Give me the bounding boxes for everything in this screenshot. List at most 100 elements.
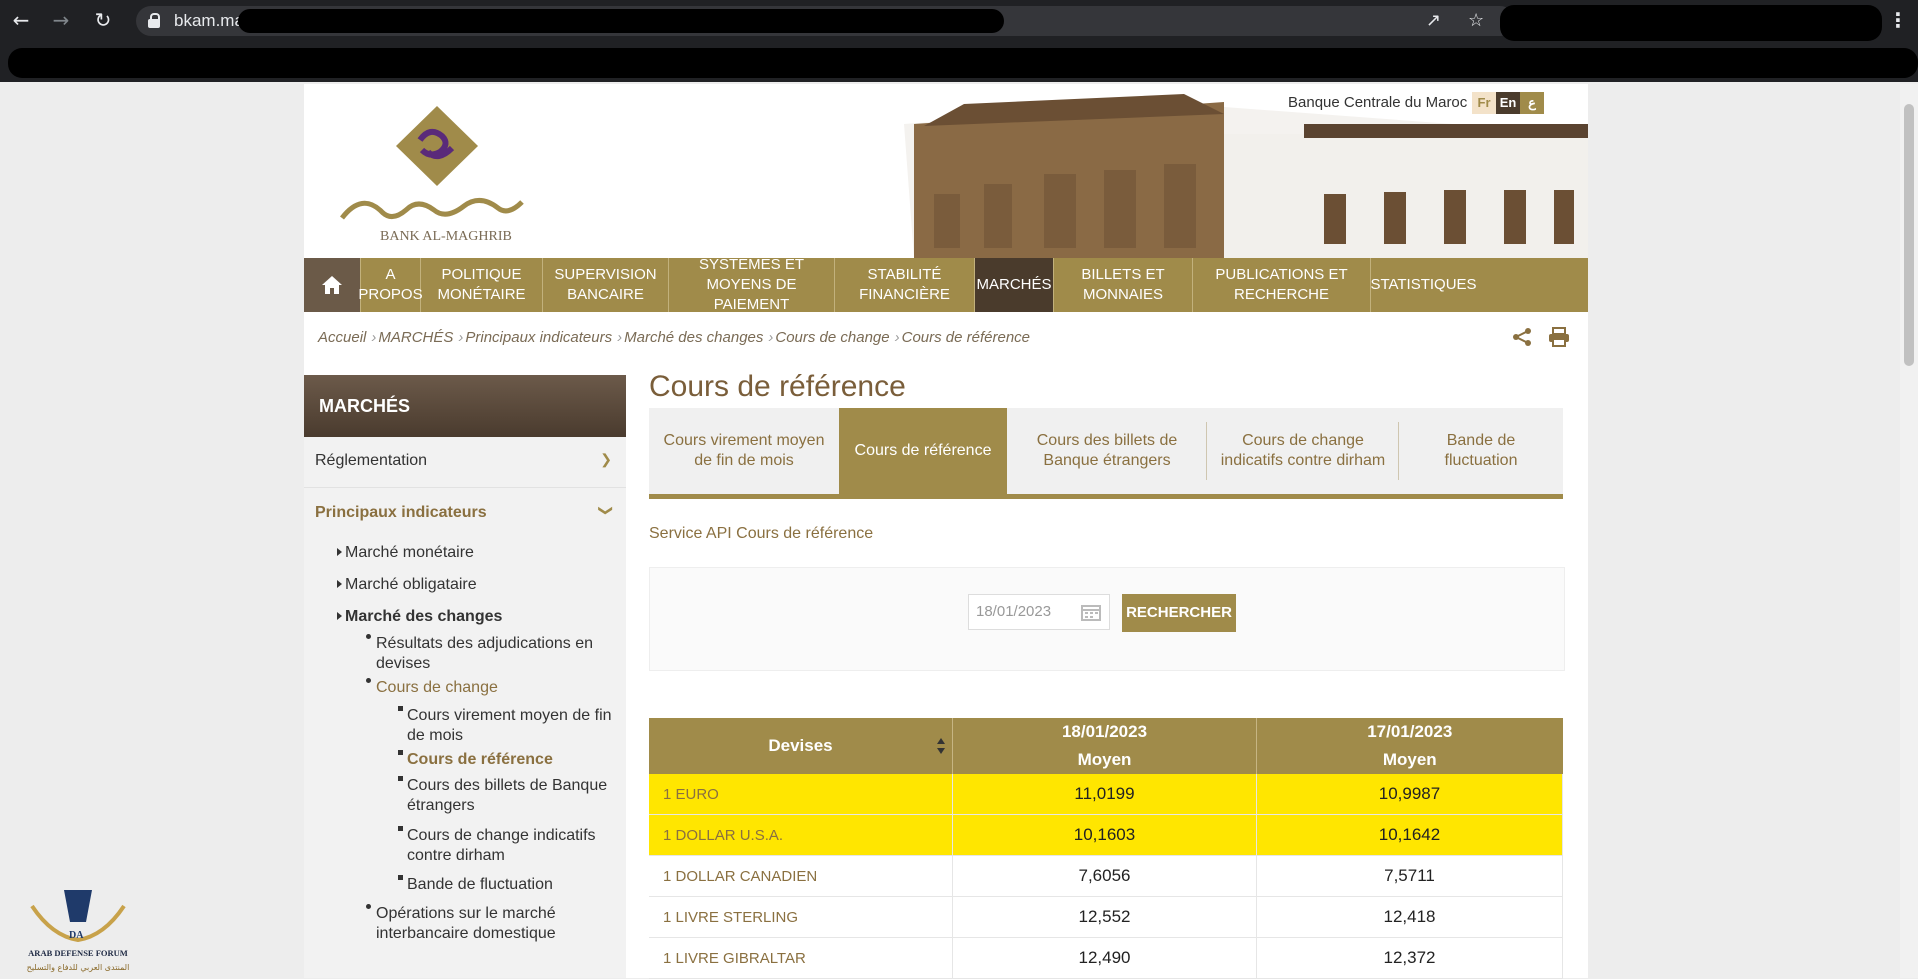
bullet-icon: [398, 750, 403, 755]
lang-ar[interactable]: ع: [1520, 92, 1544, 114]
home-button[interactable]: [304, 258, 361, 312]
currency-name: 1 EURO: [649, 774, 953, 815]
site-header: BANK AL-MAGHRIB Banque Centrale du Maroc…: [304, 84, 1588, 258]
table-row: 1 DOLLAR U.S.A. 10,1603 10,1642: [649, 814, 1563, 856]
api-service-link[interactable]: Service API Cours de référence: [649, 525, 873, 543]
menu-publications-recherche[interactable]: PUBLICATIONS ET RECHERCHE: [1193, 258, 1371, 312]
rate-value: 12,418: [1256, 896, 1563, 938]
menu-a-propos[interactable]: A PROPOS: [358, 258, 423, 312]
print-icon[interactable]: [1548, 327, 1570, 347]
bullet-icon: [398, 875, 403, 880]
breadcrumb: Accueil › MARCHÉS › Principaux indicateurs › M…: [318, 329, 1031, 346]
breadcrumb-marches[interactable]: MARCHÉS: [378, 329, 453, 346]
menu-statistiques[interactable]: STATISTIQUES: [1370, 258, 1476, 312]
reload-icon[interactable]: ↻: [92, 9, 114, 31]
url-text: bkam.ma: [174, 11, 244, 30]
scrollbar-thumb[interactable]: [1904, 104, 1914, 366]
table-row: 1 LIVRE STERLING 12,552 12,418: [649, 896, 1563, 938]
address-bar[interactable]: bkam.ma ↗ ☆: [136, 6, 1515, 36]
column-header-date2: 17/01/2023: [1256, 718, 1563, 746]
bullet-icon: [366, 634, 371, 639]
tab-cours-reference[interactable]: Cours de référence: [839, 408, 1007, 494]
column-header-date1: 18/01/2023: [952, 718, 1257, 746]
calendar-icon[interactable]: [1081, 603, 1101, 621]
page-scrollbar[interactable]: [1900, 84, 1918, 978]
bank-logo[interactable]: BANK AL-MAGHRIB: [332, 106, 542, 246]
rate-value: 7,6056: [952, 855, 1257, 897]
currency-name: 1 DOLLAR U.S.A.: [649, 814, 953, 856]
forward-icon[interactable]: →: [50, 9, 72, 31]
tab-cours-virement[interactable]: Cours virement moyen de fin de mois: [649, 408, 839, 494]
sidebar-resultats-adjudications[interactable]: Résultats des adjudications en devises: [366, 634, 616, 674]
caret-icon: [337, 580, 342, 588]
breadcrumb-cours-change[interactable]: Cours de change: [775, 329, 889, 346]
bullet-icon: [366, 904, 371, 909]
star-icon[interactable]: ☆: [1468, 10, 1484, 31]
redacted-profile: [1500, 5, 1882, 41]
currency-name: 1 LIVRE STERLING: [649, 896, 953, 938]
bullet-icon: [398, 826, 403, 831]
date-input[interactable]: 18/01/2023: [968, 594, 1110, 630]
sidebar-marche-obligataire[interactable]: Marché obligataire: [337, 575, 477, 595]
column-header-devises[interactable]: Devises: [649, 718, 953, 774]
rate-value: 7,5711: [1256, 855, 1563, 897]
breadcrumb-principaux[interactable]: Principaux indicateurs: [465, 329, 612, 346]
sidebar-cours-reference[interactable]: Cours de référence: [398, 750, 553, 770]
bookmarks-bar: [0, 42, 1918, 82]
back-icon[interactable]: ←: [10, 9, 32, 31]
share-icon[interactable]: ↗: [1426, 10, 1441, 31]
sidebar-title: MARCHÉS: [304, 375, 626, 437]
breadcrumb-marche-changes[interactable]: Marché des changes: [624, 329, 763, 346]
lang-fr[interactable]: Fr: [1472, 92, 1496, 114]
redacted-bookmarks: [8, 48, 1918, 78]
tab-bande-fluctuation[interactable]: Bande de fluctuation: [1399, 408, 1563, 494]
chevron-down-icon[interactable]: ❯: [598, 505, 615, 517]
bullet-icon: [398, 776, 403, 781]
sidebar-cours-billets[interactable]: Cours des billets de Banque étrangers: [398, 776, 617, 816]
sidebar-operations-interbancaire[interactable]: Opérations sur le marché interbancaire d…: [366, 904, 616, 944]
rate-value: 12,372: [1256, 937, 1563, 979]
sidebar-marche-monetaire[interactable]: Marché monétaire: [337, 543, 474, 563]
tab-cours-indicatifs[interactable]: Cours de change indicatifs contre dirham: [1207, 408, 1399, 494]
table-row: 1 LIVRE GIBRALTAR 12,490 12,372: [649, 937, 1563, 979]
sidebar-bande-fluctuation[interactable]: Bande de fluctuation: [398, 875, 553, 895]
breadcrumb-cours-reference: Cours de référence: [901, 329, 1031, 346]
menu-supervision-bancaire[interactable]: SUPERVISION BANCAIRE: [543, 258, 669, 312]
menu-politique-monetaire[interactable]: POLITIQUE MONÉTAIRE: [421, 258, 543, 312]
tab-cours-billets[interactable]: Cours des billets de Banque étrangers: [1007, 408, 1207, 494]
sidebar-marche-changes[interactable]: Marché des changes: [337, 607, 502, 627]
chevron-right-icon: ❯: [600, 451, 612, 467]
lock-icon: [148, 13, 160, 28]
breadcrumb-accueil[interactable]: Accueil: [318, 329, 366, 346]
column-subheader-moyen: Moyen: [952, 746, 1257, 774]
sidebar-item-reglementation[interactable]: Réglementation ❯: [304, 437, 626, 488]
search-panel: 18/01/2023 RECHERCHER: [649, 567, 1565, 671]
sort-icon[interactable]: [936, 736, 946, 756]
caret-icon: [337, 548, 342, 556]
table-row: 1 DOLLAR CANADIEN 7,6056 7,5711: [649, 855, 1563, 897]
share-icon[interactable]: [1512, 327, 1532, 347]
rate-value: 11,0199: [952, 774, 1257, 815]
menu-marches[interactable]: MARCHÉS: [975, 258, 1054, 312]
menu-stabilite-financiere[interactable]: STABILITÉ FINANCIÈRE: [835, 258, 975, 312]
menu-billets-monnaies[interactable]: BILLETS ET MONNAIES: [1054, 258, 1193, 312]
sidebar-item-principaux[interactable]: Principaux indicateurs: [315, 504, 487, 522]
search-button[interactable]: RECHERCHER: [1122, 594, 1236, 632]
sidebar-item-label: Réglementation: [315, 452, 428, 469]
sidebar-cours-indicatifs[interactable]: Cours de change indicatifs contre dirham: [398, 826, 617, 866]
menu-systemes-paiement[interactable]: SYSTÈMES ET MOYENS DE PAIEMENT: [669, 256, 835, 313]
watermark-subtitle: المنتدى العربي للدفاع والتسليح: [27, 963, 130, 972]
bank-name: Banque Centrale du Maroc: [1288, 94, 1468, 111]
rates-table: Devises 18/01/2023 17/01/2023 Moyen Moye…: [649, 718, 1563, 979]
sidebar-cours-virement[interactable]: Cours virement moyen de fin de mois: [398, 706, 617, 746]
table-row: 1 EURO 11,0199 10,9987: [649, 774, 1563, 815]
menu-icon[interactable]: ⋮: [1888, 8, 1908, 32]
lang-en[interactable]: En: [1496, 92, 1520, 114]
site-page: BANK AL-MAGHRIB Banque Centrale du Maroc…: [304, 84, 1588, 979]
bullet-icon: [398, 706, 403, 711]
column-subheader-moyen: Moyen: [1256, 746, 1563, 774]
bullet-icon: [366, 678, 371, 683]
rate-value: 10,1642: [1256, 814, 1563, 856]
sidebar-cours-change[interactable]: Cours de change: [366, 678, 498, 698]
watermark-title: ARAB DEFENSE FORUM: [28, 948, 128, 958]
